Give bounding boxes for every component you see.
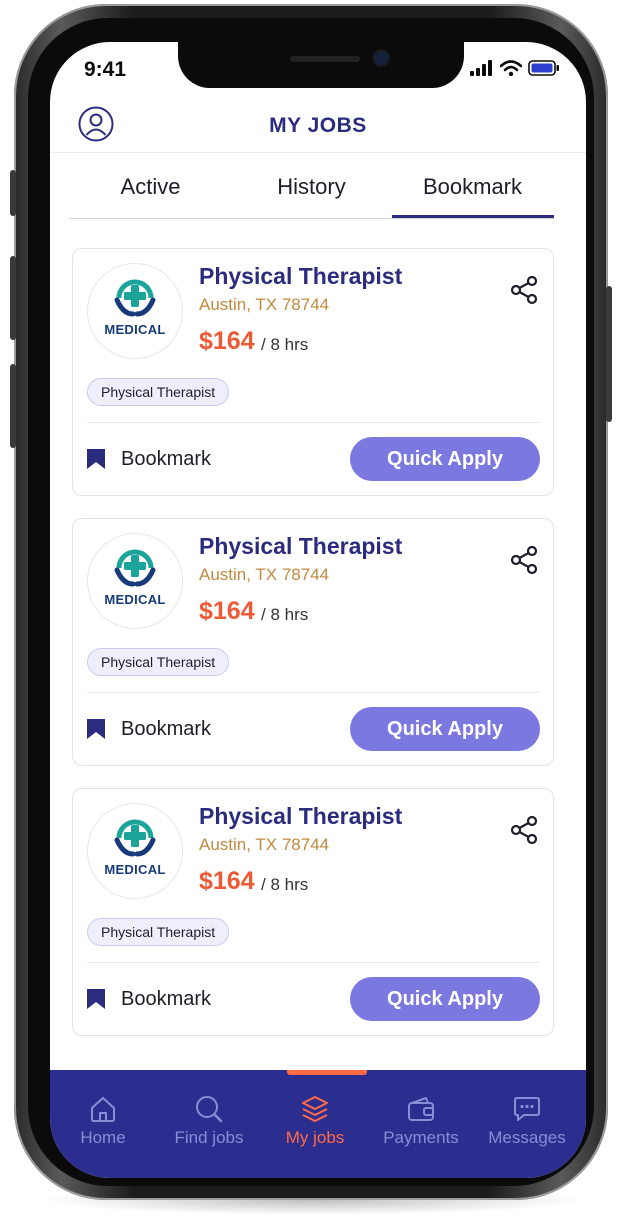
- nav-label-home: Home: [80, 1128, 126, 1147]
- company-logo: MEDICAL: [87, 803, 183, 899]
- nav-label-payments: Payments: [383, 1128, 459, 1147]
- status-time: 9:41: [84, 58, 127, 81]
- company-logo: MEDICAL: [87, 263, 183, 359]
- bookmark-button[interactable]: Bookmark: [85, 985, 211, 1013]
- phone-screen: 9:41 MY JOBS Active History Bookmark MED…: [50, 42, 586, 1178]
- nav-active-indicator: [287, 1070, 367, 1075]
- share-icon[interactable]: [509, 815, 539, 845]
- job-location: Austin, TX 78744: [199, 295, 330, 314]
- medical-cross-icon: [114, 549, 156, 587]
- signal-icon: [470, 60, 492, 76]
- job-duration: / 8 hrs: [261, 335, 309, 354]
- nav-label-find-jobs: Find jobs: [174, 1128, 244, 1147]
- bookmark-button[interactable]: Bookmark: [85, 445, 211, 473]
- job-duration: / 8 hrs: [261, 875, 309, 894]
- company-logo: MEDICAL: [87, 533, 183, 629]
- job-card[interactable]: MEDICAL Physical Therapist Austin, TX 78…: [72, 518, 554, 766]
- page-title: MY JOBS: [269, 114, 367, 137]
- layers-icon: [302, 1096, 328, 1122]
- nav-label-messages: Messages: [488, 1128, 566, 1147]
- job-price: $164: [199, 597, 255, 625]
- tab-history[interactable]: History: [231, 174, 392, 200]
- job-tag: Physical Therapist: [87, 378, 230, 406]
- job-tabs: Active History Bookmark: [70, 154, 554, 219]
- nav-item-my-jobs[interactable]: My jobs: [262, 1094, 368, 1148]
- job-duration: / 8 hrs: [261, 605, 309, 624]
- share-icon[interactable]: [509, 275, 539, 305]
- company-logo-text: MEDICAL: [104, 322, 166, 337]
- status-icons: [470, 60, 560, 76]
- job-tag: Physical Therapist: [87, 918, 230, 946]
- job-card[interactable]: MEDICAL Physical Therapist Austin, TX 78…: [72, 248, 554, 496]
- bookmark-label: Bookmark: [121, 447, 212, 470]
- nav-item-home[interactable]: Home: [50, 1094, 156, 1148]
- bookmark-icon: [87, 719, 105, 739]
- notch: [178, 42, 464, 88]
- quick-apply-button[interactable]: Quick Apply: [350, 977, 540, 1021]
- tab-active[interactable]: Active: [70, 174, 231, 200]
- tab-bookmark[interactable]: Bookmark: [392, 174, 553, 200]
- job-tag: Physical Therapist: [87, 648, 230, 676]
- card-divider: [87, 692, 539, 693]
- home-icon: [91, 1096, 115, 1122]
- nav-label-my-jobs: My jobs: [285, 1128, 345, 1147]
- app-header: MY JOBS: [50, 102, 586, 153]
- bookmark-icon: [87, 449, 105, 469]
- job-title[interactable]: Physical Therapist: [199, 263, 402, 290]
- chat-icon: [514, 1097, 540, 1121]
- job-price: $164: [199, 867, 255, 895]
- card-divider: [87, 962, 539, 963]
- job-price: $164: [199, 327, 255, 355]
- active-tab-indicator: [392, 215, 554, 218]
- job-location: Austin, TX 78744: [199, 835, 330, 854]
- volume-up-button: [10, 256, 16, 340]
- company-logo-text: MEDICAL: [104, 592, 166, 607]
- power-button: [606, 286, 612, 422]
- share-icon[interactable]: [509, 545, 539, 575]
- wallet-icon: [408, 1097, 434, 1121]
- phone-frame: 9:41 MY JOBS Active History Bookmark MED…: [10, 4, 612, 1200]
- medical-cross-icon: [114, 819, 156, 857]
- medical-cross-icon: [114, 279, 156, 317]
- bookmark-label: Bookmark: [121, 987, 212, 1010]
- battery-icon: [528, 60, 559, 76]
- card-divider: [87, 422, 539, 423]
- search-icon: [196, 1096, 223, 1123]
- mute-switch: [10, 170, 16, 216]
- nav-item-messages[interactable]: Messages: [474, 1094, 580, 1148]
- job-card[interactable]: MEDICAL Physical Therapist Austin, TX 78…: [72, 788, 554, 1036]
- quick-apply-button[interactable]: Quick Apply: [350, 437, 540, 481]
- volume-down-button: [10, 364, 16, 448]
- job-title[interactable]: Physical Therapist: [199, 803, 402, 830]
- nav-item-find-jobs[interactable]: Find jobs: [156, 1094, 262, 1148]
- front-camera: [374, 51, 388, 65]
- company-logo-text: MEDICAL: [104, 862, 166, 877]
- bottom-nav: Home Find jobs My jobs Payments Messages: [50, 1070, 586, 1178]
- bookmark-label: Bookmark: [121, 717, 212, 740]
- quick-apply-button[interactable]: Quick Apply: [350, 707, 540, 751]
- job-title[interactable]: Physical Therapist: [199, 533, 402, 560]
- job-location: Austin, TX 78744: [199, 565, 330, 584]
- bookmark-icon: [87, 989, 105, 1009]
- nav-item-payments[interactable]: Payments: [368, 1094, 474, 1148]
- bookmark-button[interactable]: Bookmark: [85, 715, 211, 743]
- speaker-grille: [290, 56, 360, 62]
- wifi-icon: [500, 60, 522, 76]
